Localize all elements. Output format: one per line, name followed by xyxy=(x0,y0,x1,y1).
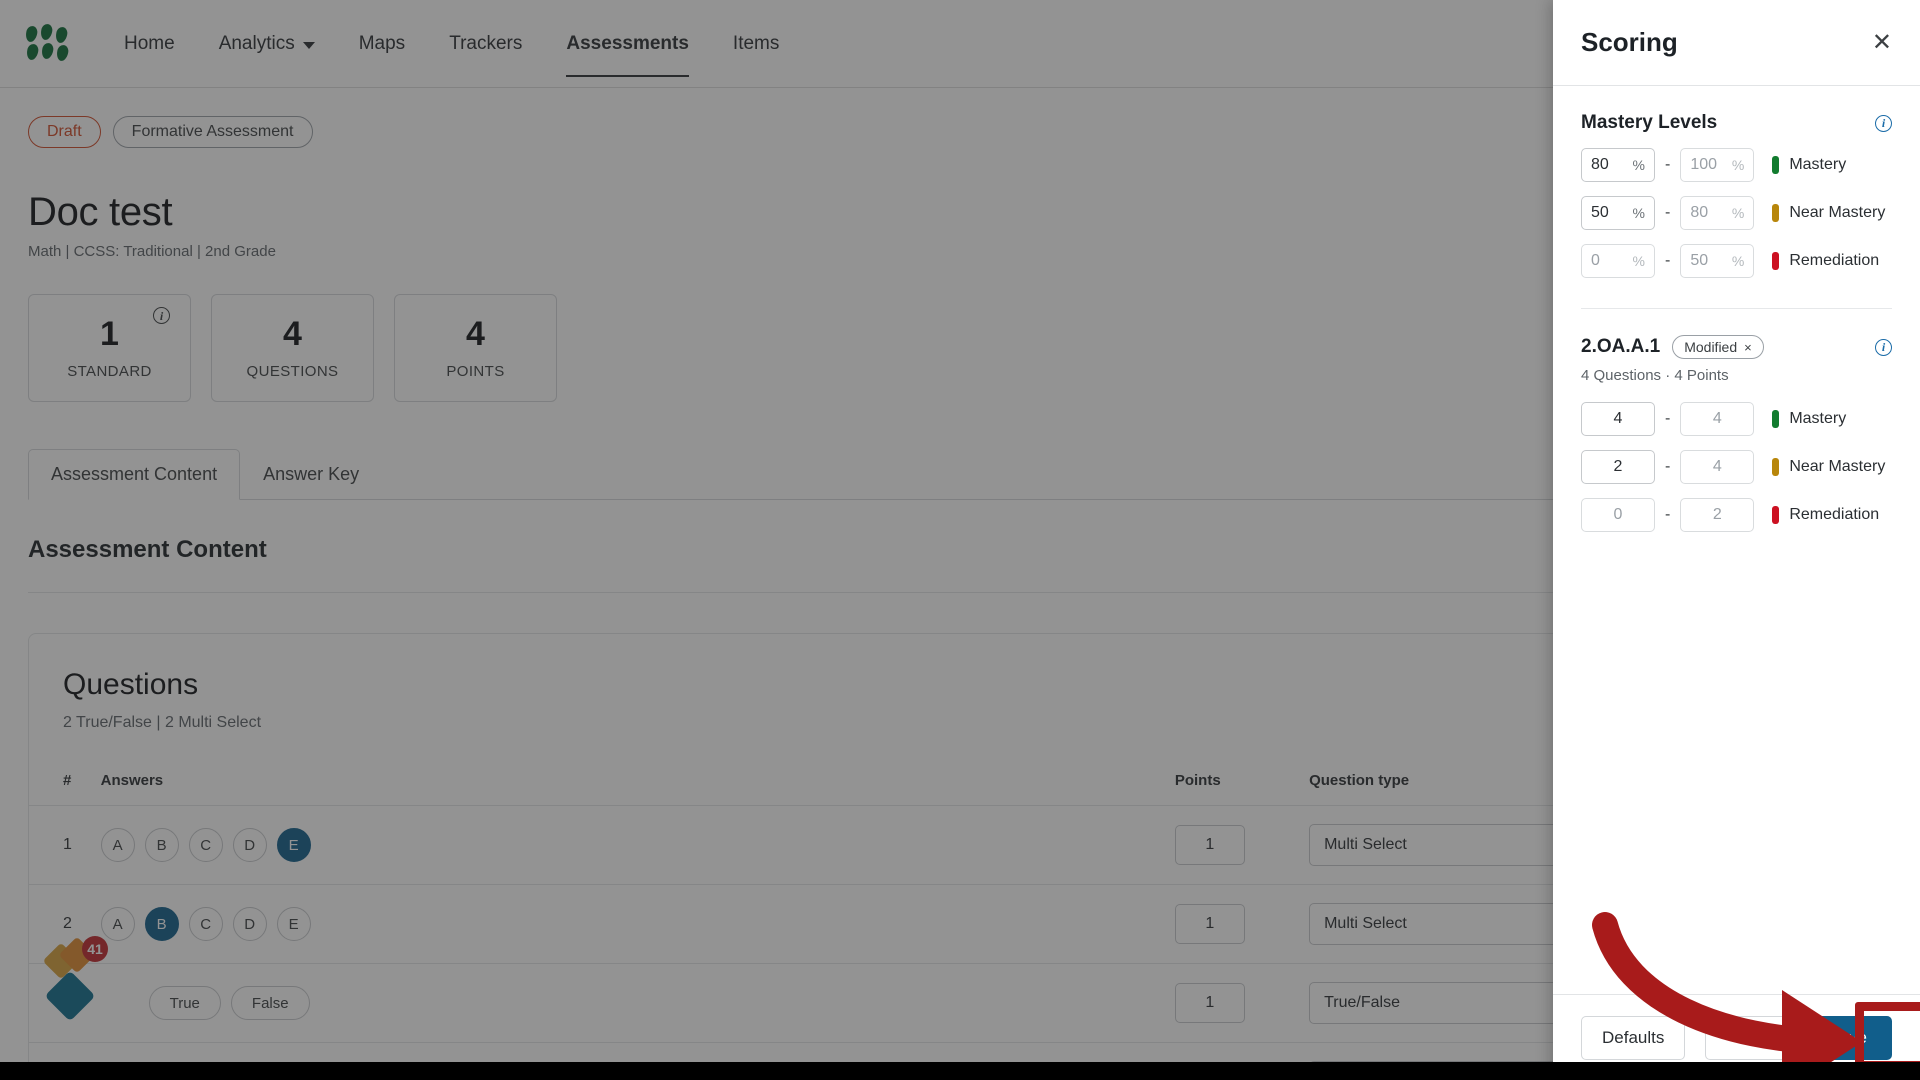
unit: % xyxy=(1731,253,1745,269)
level-color-chip xyxy=(1772,458,1780,476)
standard-near-mastery-range-row: 2 - 4 Near Mastery xyxy=(1581,450,1892,484)
mastery-range-row: 80 % - 100 % Mastery xyxy=(1581,148,1892,182)
value: 50 xyxy=(1591,204,1609,221)
mastery-levels-title: Mastery Levels xyxy=(1581,112,1718,133)
save-button[interactable]: Save xyxy=(1803,1015,1892,1060)
standard-meta: 4 Questions · 4 Points xyxy=(1581,367,1729,384)
level-label: Remediation xyxy=(1789,252,1880,269)
mastery-levels-section: Mastery Levels i 80 % - 100 % Mastery 50… xyxy=(1581,86,1892,278)
remediation-max-input: 50 % xyxy=(1680,244,1755,278)
value: 80 xyxy=(1690,204,1709,221)
value: 0 xyxy=(1591,252,1600,269)
level-color-chip xyxy=(1772,506,1780,524)
standard-section: 2.OA.A.1 Modified × i 4 Questions · 4 Po… xyxy=(1581,335,1892,532)
close-icon[interactable]: ✕ xyxy=(1872,30,1892,55)
standard-remediation-min-input: 0 xyxy=(1581,498,1655,532)
cancel-button[interactable] xyxy=(1705,1015,1792,1060)
range-dash: - xyxy=(1665,506,1671,523)
range-dash: - xyxy=(1665,156,1671,173)
close-icon[interactable]: × xyxy=(1744,340,1752,355)
value: 100 xyxy=(1690,156,1718,173)
level-label: Remediation xyxy=(1789,506,1880,523)
value: 2 xyxy=(1613,458,1623,475)
level-label: Mastery xyxy=(1789,156,1847,173)
range-dash: - xyxy=(1665,204,1671,221)
level-label: Near Mastery xyxy=(1789,458,1886,475)
level-color-chip xyxy=(1772,204,1780,222)
near-mastery-range-row: 50 % - 80 % Near Mastery xyxy=(1581,196,1892,230)
info-icon[interactable]: i xyxy=(1875,114,1892,132)
drawer-header: Scoring ✕ xyxy=(1553,0,1920,86)
level-color-chip xyxy=(1772,156,1780,174)
range-dash: - xyxy=(1665,458,1671,475)
unit: % xyxy=(1632,157,1645,173)
standard-code: 2.OA.A.1 xyxy=(1581,336,1661,357)
standard-mastery-min-input[interactable]: 4 xyxy=(1581,402,1655,436)
drawer-body: Mastery Levels i 80 % - 100 % Mastery 50… xyxy=(1553,86,1920,994)
unit: % xyxy=(1731,205,1745,221)
standard-remediation-max-input: 2 xyxy=(1680,498,1755,532)
standard-near-mastery-max-input: 4 xyxy=(1680,450,1755,484)
unit: % xyxy=(1731,157,1745,173)
range-dash: - xyxy=(1665,252,1671,269)
value: 0 xyxy=(1613,506,1623,523)
standard-mastery-range-row: 4 - 4 Mastery xyxy=(1581,402,1892,436)
defaults-button[interactable]: Defaults xyxy=(1581,1015,1686,1060)
value: 4 xyxy=(1712,458,1722,475)
modified-chip[interactable]: Modified × xyxy=(1672,335,1764,359)
value: 50 xyxy=(1690,252,1709,269)
level-color-chip xyxy=(1772,252,1780,270)
range-dash: - xyxy=(1665,410,1671,427)
value: 2 xyxy=(1712,506,1722,523)
scoring-drawer: Scoring ✕ Mastery Levels i 80 % - 100 % … xyxy=(1553,0,1920,1080)
drawer-divider xyxy=(1581,308,1892,309)
modified-chip-label: Modified xyxy=(1684,339,1738,355)
info-icon[interactable]: i xyxy=(1875,338,1892,356)
value: 80 xyxy=(1591,156,1609,173)
unit: % xyxy=(1632,253,1645,269)
near-mastery-max-input: 80 % xyxy=(1680,196,1755,230)
level-label: Mastery xyxy=(1789,410,1847,427)
unit: % xyxy=(1632,205,1645,221)
mastery-max-input: 100 % xyxy=(1680,148,1755,182)
standard-remediation-range-row: 0 - 2 Remediation xyxy=(1581,498,1892,532)
standard-mastery-max-input: 4 xyxy=(1680,402,1755,436)
standard-near-mastery-min-input[interactable]: 2 xyxy=(1581,450,1655,484)
near-mastery-min-input[interactable]: 50 % xyxy=(1581,196,1655,230)
mastery-min-input[interactable]: 80 % xyxy=(1581,148,1655,182)
remediation-min-input: 0 % xyxy=(1581,244,1655,278)
bottom-black-bar xyxy=(0,1062,1920,1080)
remediation-range-row: 0 % - 50 % Remediation xyxy=(1581,244,1892,278)
level-color-chip xyxy=(1772,410,1780,428)
value: 4 xyxy=(1613,410,1623,427)
drawer-title: Scoring xyxy=(1581,27,1678,57)
level-label: Near Mastery xyxy=(1789,204,1886,221)
value: 4 xyxy=(1712,410,1722,427)
